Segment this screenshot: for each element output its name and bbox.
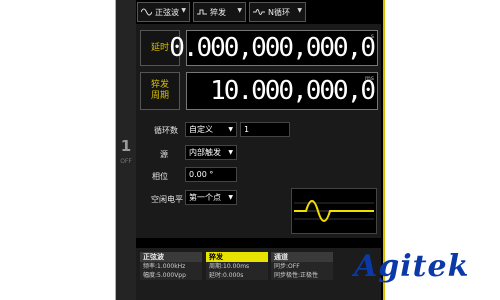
sine-tile-title: 正弦波 bbox=[140, 252, 202, 262]
n-cycle-icon bbox=[253, 8, 265, 16]
cycles-count-field[interactable]: 1 bbox=[240, 122, 290, 137]
idle-level-label: 空闲电平 bbox=[151, 195, 183, 204]
channel-status-tile[interactable]: 通道 同步:OFF 同步极性:正极性 bbox=[271, 252, 333, 298]
n-cycle-button[interactable]: N循环 ▼ bbox=[249, 2, 306, 22]
sine-status-tile[interactable]: 正弦波 频率:1.000kHz 幅度:5.000Vpp bbox=[140, 252, 202, 298]
cycles-mode-dropdown[interactable]: 自定义 ▼ bbox=[185, 122, 237, 137]
cycles-count-value: 1 bbox=[244, 125, 250, 134]
chevron-down-icon: ▼ bbox=[228, 149, 233, 156]
waveform-preview bbox=[291, 188, 377, 234]
sine-frequency: 频率:1.000kHz bbox=[140, 262, 202, 271]
chevron-down-icon: ▼ bbox=[228, 194, 233, 201]
waveform-label: 正弦波 bbox=[155, 7, 179, 17]
burst-delay-status: 延时:0.000s bbox=[206, 271, 268, 280]
sine-wave-icon bbox=[141, 8, 152, 16]
idle-level-dropdown[interactable]: 第一个点 ▼ bbox=[185, 190, 237, 205]
sine-amplitude: 幅度:5.000Vpp bbox=[140, 271, 202, 280]
phase-field[interactable]: 0.00 ° bbox=[185, 167, 237, 182]
source-dropdown[interactable]: 内部触发 ▼ bbox=[185, 145, 237, 160]
burst-period-status: 周期:10.00ms bbox=[206, 262, 268, 271]
agitek-logo: Agitek bbox=[354, 249, 470, 284]
burst-status-tile[interactable]: 猝发 周期:10.00ms 延时:0.000s bbox=[206, 252, 268, 298]
idle-level-value: 第一个点 bbox=[189, 193, 221, 202]
chevron-down-icon: ▼ bbox=[297, 7, 302, 14]
burst-button[interactable]: 猝发 ▼ bbox=[193, 2, 246, 22]
chevron-down-icon: ▼ bbox=[181, 7, 186, 14]
source-value: 内部触发 bbox=[189, 148, 221, 157]
waveform-button[interactable]: 正弦波 ▼ bbox=[137, 2, 190, 22]
burst-period-value: 10.000,000,0 bbox=[210, 76, 376, 106]
chevron-down-icon: ▼ bbox=[228, 126, 233, 133]
burst-period-unit: ms bbox=[365, 75, 374, 82]
delay-value: 0.000,000,000,0 bbox=[169, 33, 376, 63]
cycles-mode-value: 自定义 bbox=[189, 125, 213, 134]
burst-icon bbox=[197, 8, 207, 16]
source-label: 源 bbox=[160, 150, 168, 159]
delay-value-display[interactable]: 0.000,000,000,0 s bbox=[169, 30, 378, 66]
cycles-label: 循环数 bbox=[154, 126, 178, 135]
delay-unit: s bbox=[370, 33, 374, 40]
phase-value: 0.00 ° bbox=[189, 170, 214, 179]
chevron-down-icon: ▼ bbox=[237, 7, 242, 14]
burst-label: 猝发 bbox=[210, 7, 226, 17]
burst-period-value-display[interactable]: 10.000,000,0 ms bbox=[186, 72, 378, 110]
channel-tile-title: 通道 bbox=[271, 252, 333, 262]
channel-sync-polarity: 同步极性:正极性 bbox=[271, 271, 333, 280]
phase-label: 相位 bbox=[152, 172, 168, 181]
burst-tile-title: 猝发 bbox=[206, 252, 268, 262]
n-cycle-label: N循环 bbox=[268, 7, 290, 17]
channel-sync: 同步:OFF bbox=[271, 262, 333, 271]
burst-waveform-graphic bbox=[294, 200, 374, 222]
burst-period-label[interactable]: 猝发 周期 bbox=[140, 72, 180, 110]
